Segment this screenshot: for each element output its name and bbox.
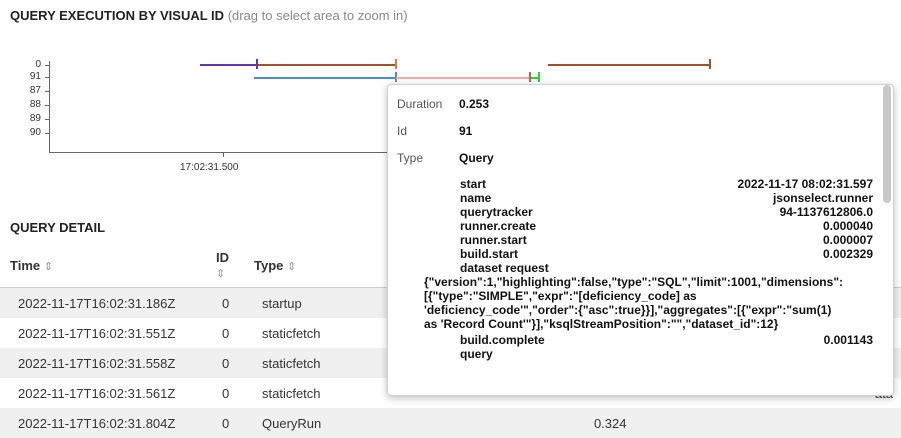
y-tick bbox=[45, 77, 49, 78]
query-detail-title: QUERY DETAIL bbox=[10, 220, 106, 235]
column-header-time[interactable]: Time ⇕ bbox=[0, 243, 204, 288]
tooltip-entry-querytracker: querytracker 94-1137612806.0 bbox=[460, 205, 873, 219]
cell-time: 2022-11-17T16:02:31.561Z bbox=[18, 385, 176, 401]
timeline-bar-cap bbox=[538, 72, 540, 82]
y-tick bbox=[45, 133, 49, 134]
tooltip-query-label: query bbox=[460, 347, 493, 361]
timeline-bar[interactable] bbox=[258, 64, 396, 66]
chart-title-text: QUERY EXECUTION BY VISUAL ID bbox=[10, 8, 225, 23]
sort-icon[interactable]: ⇕ bbox=[44, 261, 53, 273]
cell-id: 0 bbox=[222, 385, 230, 401]
y-tick bbox=[45, 119, 49, 120]
cell-time: 2022-11-17T16:02:31.558Z bbox=[0, 348, 204, 378]
y-label-89: 89 bbox=[29, 113, 41, 124]
y-label-87: 87 bbox=[29, 85, 41, 96]
tooltip-dataset-label: dataset request bbox=[460, 261, 549, 275]
timeline-bar[interactable] bbox=[254, 77, 396, 79]
tooltip-entry-name: name jsonselect.runner bbox=[460, 191, 873, 205]
sort-icon[interactable]: ⇕ bbox=[287, 261, 296, 273]
cell-type: QueryRun bbox=[244, 408, 458, 438]
y-label-88: 88 bbox=[29, 99, 41, 110]
cell-time: 2022-11-17T16:02:31.186Z bbox=[0, 287, 204, 318]
cell-id: 0 bbox=[222, 325, 230, 341]
query-tooltip: Duration 0.253 Id 91 Type Query start 2022-1… bbox=[387, 84, 894, 396]
y-label-0: 0 bbox=[35, 59, 41, 70]
cell-id: 0 bbox=[204, 408, 244, 438]
y-label-90: 90 bbox=[29, 127, 41, 138]
chart-title: QUERY EXECUTION BY VISUAL ID (drag to se… bbox=[10, 8, 408, 23]
tooltip-scrollbar[interactable] bbox=[883, 85, 891, 203]
column-header-id[interactable]: ID ⇕ bbox=[204, 243, 244, 288]
y-axis bbox=[49, 61, 50, 153]
cell-id: 0 bbox=[204, 348, 244, 378]
tooltip-duration-value: 0.253 bbox=[459, 97, 490, 111]
x-axis bbox=[49, 152, 394, 153]
y-tick bbox=[45, 65, 49, 66]
timeline-bar[interactable] bbox=[200, 64, 258, 66]
tooltip-id-value: 91 bbox=[459, 124, 473, 138]
timeline-bar-cap bbox=[709, 59, 711, 69]
x-label: 17:02:31.500 bbox=[180, 162, 239, 173]
tooltip-duration-row: Duration 0.253 bbox=[397, 97, 489, 111]
y-tick bbox=[45, 91, 49, 92]
timeline-bar-selected[interactable] bbox=[396, 77, 530, 79]
timeline-bar-cap bbox=[395, 59, 397, 69]
x-tick bbox=[223, 152, 224, 157]
cell-time: 2022-11-17T16:02:31.551Z bbox=[18, 325, 176, 341]
table-row[interactable]: 2022-11-17T16:02:31.804Z 0 QueryRun 0.32… bbox=[0, 408, 901, 438]
cell-extra: 0.324 bbox=[457, 408, 901, 438]
y-label-91: 91 bbox=[29, 71, 41, 82]
tooltip-entry-start: start 2022-11-17 08:02:31.597 bbox=[460, 177, 873, 191]
tooltip-dataset-line: {"version":1,"highlighting":false,"type"… bbox=[424, 275, 843, 289]
tooltip-type-value: Query bbox=[459, 151, 494, 165]
tooltip-entry-runner-create: runner.create 0.000040 bbox=[460, 219, 873, 233]
tooltip-entry-build-start: build.start 0.002329 bbox=[460, 247, 873, 261]
tooltip-dataset-line: as 'Record Count'"}],"ksqlStreamPosition… bbox=[424, 317, 779, 331]
tooltip-dataset-line: 'deficiency_code'","order":{"asc":true}}… bbox=[424, 303, 832, 317]
cell-id: 0 bbox=[204, 287, 244, 318]
tooltip-duration-label: Duration bbox=[397, 97, 443, 111]
cell-time: 2022-11-17T16:02:31.804Z bbox=[0, 408, 204, 438]
chart-hint: (drag to select area to zoom in) bbox=[227, 8, 408, 23]
tooltip-entry-runner-start: runner.start 0.000007 bbox=[460, 233, 873, 247]
sort-icon[interactable]: ⇕ bbox=[216, 268, 225, 280]
tooltip-type-row: Type Query bbox=[397, 151, 494, 165]
tooltip-id-label: Id bbox=[397, 124, 408, 138]
tooltip-type-label: Type bbox=[397, 151, 424, 165]
tooltip-dataset-line: [{"type":"SIMPLE","expr":"[deficiency_co… bbox=[424, 289, 697, 303]
tooltip-entry-build-complete: build.complete 0.001143 bbox=[460, 333, 873, 347]
tooltip-id-row: Id 91 bbox=[397, 124, 472, 138]
timeline-bar[interactable] bbox=[548, 64, 710, 66]
y-tick bbox=[45, 105, 49, 106]
